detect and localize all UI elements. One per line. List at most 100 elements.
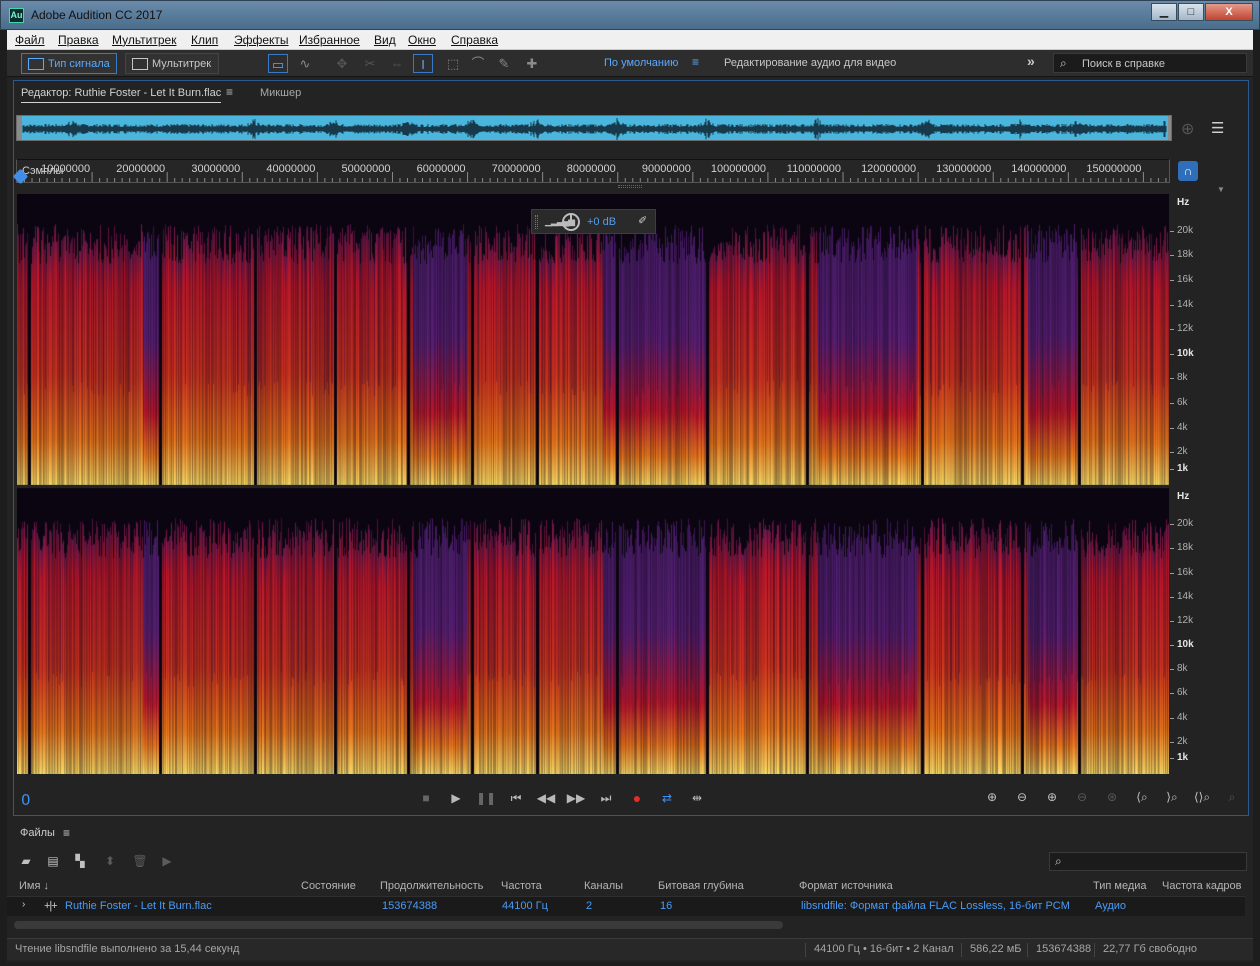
menu-edit[interactable]: Правка — [58, 33, 99, 47]
files-panel-menu-icon[interactable]: ≡ — [63, 826, 70, 840]
delete-icon[interactable]: 🗑 — [130, 854, 150, 870]
time-selection-tool-icon[interactable]: I — [413, 54, 433, 73]
overview-left-handle[interactable] — [17, 116, 22, 140]
menu-favorites[interactable]: Избранное — [299, 33, 360, 47]
freq-unit-label: Hz — [1177, 491, 1190, 502]
record-icon[interactable]: ● — [627, 790, 647, 806]
zoom-to-selection-icon[interactable]: ⟨⌕ — [1131, 790, 1153, 808]
workspace-default[interactable]: По умолчанию — [604, 57, 678, 69]
overview-waveform[interactable] — [16, 115, 1172, 141]
zoom-out-full-icon[interactable]: ⊛ — [1101, 790, 1123, 808]
paintbrush-tool-icon[interactable]: ✎ — [494, 54, 514, 73]
time-display[interactable]: 0 — [21, 791, 31, 809]
multitrack-mode-button[interactable]: Мультитрек — [125, 53, 219, 74]
file-media-type: Аудио — [1095, 900, 1127, 912]
rewind-icon[interactable]: ◀◀ — [536, 790, 556, 806]
freq-tick — [1170, 717, 1174, 719]
help-search-input[interactable] — [1082, 56, 1242, 71]
file-name[interactable]: Ruthie Foster - Let It Burn.flac — [65, 900, 212, 912]
minimize-button[interactable]: ▁ — [1151, 3, 1177, 21]
col-bit-depth[interactable]: Битовая глубина — [658, 880, 744, 892]
skip-to-end-icon[interactable]: ⏭ — [596, 790, 616, 806]
slip-tool-icon[interactable]: ⇔ — [387, 54, 407, 73]
spot-healing-tool-icon[interactable]: ✚ — [522, 54, 542, 73]
file-sample-rate: 44100 Гц — [502, 900, 548, 912]
editor-panel-menu-icon[interactable]: ≡ — [226, 85, 233, 99]
volume-hud[interactable]: ▁▂▃▄▅ +0 dB ✐ — [531, 209, 656, 234]
menu-file[interactable]: Файл — [15, 33, 45, 47]
volume-knob[interactable] — [562, 213, 580, 231]
zoom-out-amplitude-icon[interactable]: ⊖ — [1011, 790, 1033, 808]
chevron-down-icon[interactable]: ▼ — [1217, 185, 1225, 194]
import-file-icon[interactable]: ▤ — [43, 854, 63, 870]
freq-label: 10k — [1177, 347, 1194, 359]
workspace-video-edit[interactable]: Редактирование аудио для видео — [724, 57, 896, 69]
waveform-view-icon[interactable]: ▭ — [268, 54, 288, 73]
timeline-ruler[interactable]: 10000000 20000000 30000000 40000000 50000000… — [12, 159, 1170, 185]
col-source-format[interactable]: Формат источника — [799, 880, 893, 892]
ruler-tick-label: 150000000 — [1086, 163, 1141, 175]
display-options-icon[interactable]: ☰ — [1211, 119, 1224, 137]
loop-playback-icon[interactable]: ⇄ — [657, 790, 677, 806]
stop-icon[interactable]: ■ — [416, 790, 436, 806]
open-file-icon[interactable]: ▰ — [16, 854, 36, 870]
move-tool-icon[interactable]: ✥ — [332, 54, 352, 73]
hud-grip[interactable] — [535, 215, 538, 229]
col-sample-rate[interactable]: Частота — [501, 880, 542, 892]
zoom-in-at-playhead-icon[interactable]: ⟩⌕ — [1161, 790, 1183, 808]
headphones-icon[interactable]: ∩ — [1178, 161, 1198, 181]
sort-arrow-icon: ↓ — [43, 880, 50, 892]
table-row[interactable]: › +|+ Ruthie Foster - Let It Burn.flac 1… — [7, 896, 1245, 916]
new-file-icon[interactable]: ▚ — [70, 854, 90, 870]
files-panel-title[interactable]: Файлы — [20, 827, 55, 839]
col-frame-rate[interactable]: Частота кадров — [1162, 880, 1242, 892]
zoom-reset-icon[interactable]: ⌕ — [1221, 790, 1243, 808]
tab-mixer[interactable]: Микшер — [260, 87, 301, 99]
tab-editor[interactable]: Редактор: Ruthie Foster - Let It Burn.fl… — [21, 87, 222, 103]
zoom-selection-edges-icon[interactable]: ⟨⟩⌕ — [1191, 790, 1213, 808]
play-icon[interactable]: ▶ — [446, 790, 466, 806]
col-name[interactable]: Имя ↓ — [19, 880, 49, 892]
file-channels: 2 — [586, 900, 593, 912]
lasso-tool-icon[interactable]: ⌒ — [468, 54, 488, 73]
ruler-resize-grip[interactable] — [618, 185, 642, 188]
marquee-tool-icon[interactable]: ⬚ — [443, 54, 463, 73]
menu-effects[interactable]: Эффекты — [234, 33, 289, 47]
play-preview-icon[interactable]: ▶ — [157, 854, 177, 870]
col-channels[interactable]: Каналы — [584, 880, 623, 892]
more-workspaces-button[interactable]: » — [1027, 53, 1035, 69]
zoom-navigator-icon[interactable]: ⊕ — [1181, 119, 1194, 139]
freq-tick — [1170, 378, 1174, 380]
workspace-menu-icon[interactable]: ≡ — [692, 55, 699, 69]
files-search-input[interactable] — [1076, 854, 1244, 869]
zoom-in-amplitude-icon[interactable]: ⊕ — [981, 790, 1003, 808]
col-status[interactable]: Состояние — [301, 880, 356, 892]
spectral-view-icon[interactable]: ∿ — [295, 54, 315, 73]
freq-label: 14k — [1177, 298, 1194, 310]
ruler-tick-label: 130000000 — [936, 163, 991, 175]
pin-icon[interactable]: ✐ — [638, 214, 647, 227]
menu-view[interactable]: Вид — [374, 33, 396, 47]
ruler-tick-label: 120000000 — [861, 163, 916, 175]
waveform-mode-button[interactable]: Тип сигнала — [21, 53, 117, 74]
horizontal-scrollbar[interactable] — [14, 921, 783, 929]
pause-icon[interactable]: ❚❚ — [476, 790, 496, 806]
col-media-type[interactable]: Тип медиа — [1093, 880, 1147, 892]
razor-tool-icon[interactable]: ✂ — [360, 54, 380, 73]
zoom-out-time-icon[interactable]: ⊖ — [1071, 790, 1093, 808]
freq-tick — [1170, 620, 1174, 622]
maximize-button[interactable]: □ — [1178, 3, 1204, 21]
skip-to-start-icon[interactable]: ⏮ — [506, 790, 526, 806]
menu-window[interactable]: Окно — [408, 33, 436, 47]
zoom-in-time-icon[interactable]: ⊕ — [1041, 790, 1063, 808]
menu-help[interactable]: Справка — [451, 33, 498, 47]
col-duration[interactable]: Продолжительность — [380, 880, 483, 892]
spectral-frequency-display[interactable] — [17, 194, 1169, 774]
fast-forward-icon[interactable]: ▶▶ — [566, 790, 586, 806]
chevron-right-icon[interactable]: › — [22, 899, 25, 910]
menu-clip[interactable]: Клип — [191, 33, 218, 47]
insert-into-multitrack-icon[interactable]: ⬍ — [100, 854, 120, 870]
skip-selection-icon[interactable]: ⇹ — [687, 790, 707, 806]
close-button[interactable]: X — [1205, 3, 1253, 21]
menu-multitrack[interactable]: Мультитрек — [112, 33, 176, 47]
